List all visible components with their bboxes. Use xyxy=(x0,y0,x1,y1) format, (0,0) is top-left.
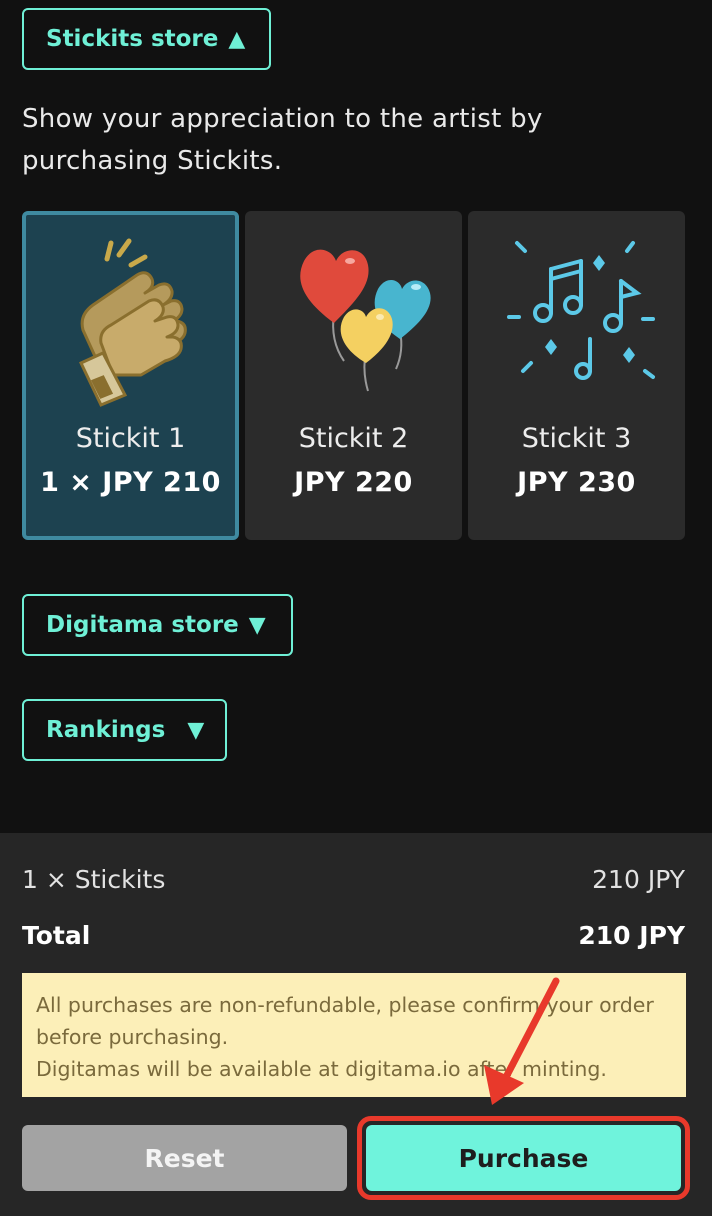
stickit-price: JPY 220 xyxy=(294,467,413,498)
stickit-name: Stickit 3 xyxy=(521,423,632,454)
stickit-price: JPY 230 xyxy=(517,467,636,498)
line-item-label: 1 × Stickits xyxy=(22,865,166,894)
clapping-hands-icon xyxy=(26,235,235,415)
line-item-amount: 210 JPY xyxy=(592,865,685,894)
digitama-store-label: Digitama store xyxy=(46,612,239,638)
order-summary-panel: 1 × Stickits 210 JPY Total 210 JPY All p… xyxy=(0,833,712,1216)
rankings-label: Rankings xyxy=(46,717,166,743)
notice-availability-text: Digitamas will be available at digitama.… xyxy=(36,1057,607,1081)
caret-down-icon: ▼ xyxy=(187,717,205,743)
purchase-highlight-box xyxy=(357,1116,690,1200)
stickit-name: Stickit 2 xyxy=(298,423,409,454)
caret-down-icon: ▼ xyxy=(248,612,266,638)
stickit-price: 1 × JPY 210 xyxy=(40,467,221,498)
stickit-card-3[interactable]: Stickit 3 JPY 230 xyxy=(468,211,685,540)
purchase-notice: All purchases are non-refundable, please… xyxy=(22,973,686,1097)
caret-up-icon: ▲ xyxy=(228,26,246,52)
stickit-name: Stickit 1 xyxy=(75,423,186,454)
rankings-toggle[interactable]: Rankings ▼ xyxy=(22,699,227,761)
stickits-store-label: Stickits store xyxy=(46,26,219,52)
music-notes-icon xyxy=(468,231,685,411)
digitama-store-toggle[interactable]: Digitama store ▼ xyxy=(22,594,293,656)
annotation-arrow-icon xyxy=(484,977,560,1105)
stickit-card-1[interactable]: Stickit 1 1 × JPY 210 xyxy=(22,211,239,540)
balloons-icon xyxy=(245,231,462,411)
total-label: Total xyxy=(22,921,91,950)
stickits-intro-text: Show your appreciation to the artist by … xyxy=(22,104,543,176)
stickit-card-2[interactable]: Stickit 2 JPY 220 xyxy=(245,211,462,540)
line-item-row: 1 × Stickits 210 JPY xyxy=(22,865,685,894)
total-amount: 210 JPY xyxy=(578,921,685,950)
notice-refund-text: All purchases are non-refundable, please… xyxy=(36,993,654,1049)
stickits-store-toggle[interactable]: Stickits store ▲ xyxy=(22,8,271,70)
reset-button[interactable]: Reset xyxy=(22,1125,347,1191)
total-row: Total 210 JPY xyxy=(22,921,685,950)
